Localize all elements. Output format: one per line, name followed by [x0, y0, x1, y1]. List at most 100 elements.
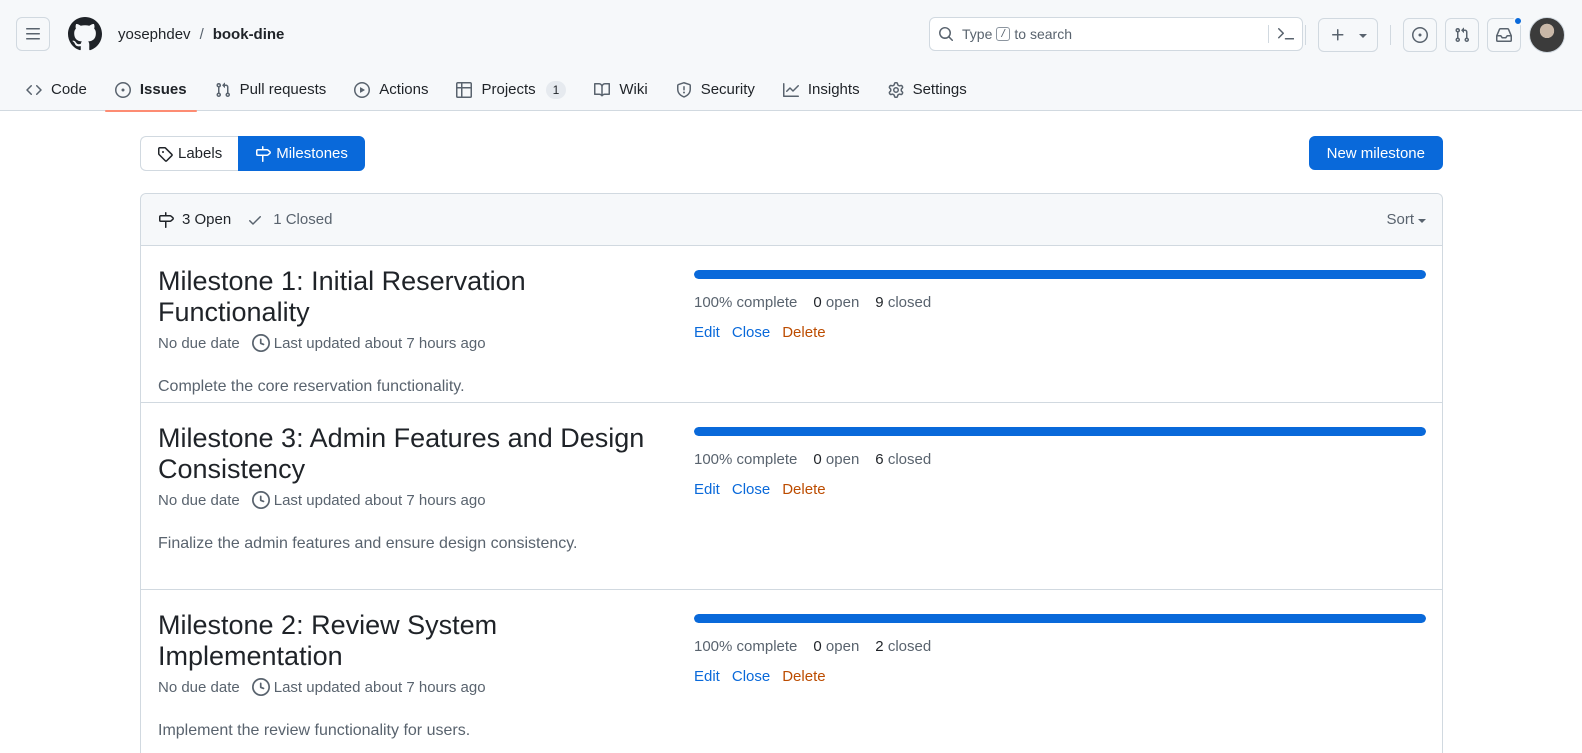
tab-label: Settings: [912, 81, 967, 98]
inbox-icon: [1496, 28, 1512, 42]
closed-issues-label: closed: [887, 638, 932, 655]
closed-issues-label: closed: [887, 451, 932, 468]
tab-code[interactable]: Code: [16, 68, 97, 111]
tab-settings[interactable]: Settings: [878, 68, 977, 111]
close-link[interactable]: Close: [732, 481, 770, 498]
delete-link[interactable]: Delete: [782, 324, 825, 341]
milestone-stats: 100% complete 0 open 9 closed: [694, 294, 1426, 311]
search-placeholder-prefix: Type: [962, 26, 993, 42]
git-pull-request-icon: [1455, 27, 1470, 43]
delete-link[interactable]: Delete: [782, 668, 825, 685]
closed-issues-link[interactable]: 9 closed: [875, 294, 931, 311]
github-logo-icon[interactable]: [68, 17, 102, 51]
percent-complete: 100% complete: [694, 638, 798, 655]
milestone-title[interactable]: Milestone 3: Admin Features and Design C…: [158, 423, 678, 485]
open-issues-link[interactable]: 0 open: [813, 451, 859, 468]
create-new-button[interactable]: [1318, 18, 1378, 52]
delete-link[interactable]: Delete: [782, 481, 825, 498]
milestone-item: Milestone 2: Review System Implementatio…: [141, 590, 1442, 750]
menu-button[interactable]: [16, 17, 50, 51]
last-updated: Last updated about 7 hours ago: [273, 334, 486, 352]
issue-opened-icon: [114, 81, 131, 98]
tab-actions[interactable]: Actions: [344, 68, 438, 111]
clock-icon: [251, 678, 270, 696]
header-divider: [1390, 25, 1391, 45]
milestone-meta: No due date Last updated about 7 hours a…: [158, 491, 678, 509]
due-date: No due date: [158, 334, 240, 352]
gear-icon: [888, 81, 903, 98]
command-palette-button[interactable]: [1278, 26, 1294, 42]
header-divider: [1305, 25, 1306, 45]
progress-bar: [694, 427, 1426, 436]
edit-link[interactable]: Edit: [694, 324, 720, 341]
tab-label: Code: [51, 81, 87, 98]
closed-filter[interactable]: 1 Closed: [247, 211, 332, 228]
milestones-tab[interactable]: Milestones: [238, 136, 365, 171]
tab-label: Issues: [139, 81, 187, 98]
milestone-meta: No due date Last updated about 7 hours a…: [158, 334, 678, 352]
milestone-actions: Edit Close Delete: [694, 481, 1426, 498]
milestone-description: Implement the review functionality for u…: [158, 722, 471, 739]
notification-indicator: [1513, 16, 1523, 26]
pull-requests-button[interactable]: [1445, 18, 1479, 52]
repo-name-link[interactable]: book-dine: [213, 26, 285, 43]
tab-label: Projects: [481, 81, 536, 98]
open-issues-link[interactable]: 0 open: [813, 638, 859, 655]
tab-insights[interactable]: Insights: [773, 68, 870, 111]
open-filter[interactable]: 3 Open: [158, 211, 231, 228]
book-icon: [594, 82, 611, 96]
issue-opened-icon: [1412, 27, 1428, 43]
milestone-item: Milestone 3: Admin Features and Design C…: [141, 403, 1442, 590]
tab-security[interactable]: Security: [666, 68, 765, 111]
issues-button[interactable]: [1403, 18, 1437, 52]
progress-bar-fill: [694, 270, 1426, 279]
sort-dropdown[interactable]: Sort: [1386, 211, 1426, 228]
tab-projects[interactable]: Projects 1: [446, 68, 576, 111]
milestone-stats: 100% complete 0 open 2 closed: [694, 638, 1426, 655]
new-milestone-button[interactable]: New milestone: [1308, 136, 1443, 170]
closed-issues-count: 2: [875, 638, 884, 655]
breadcrumb: yosephdev / book-dine: [118, 26, 284, 43]
search-input[interactable]: Type / to search: [929, 17, 1303, 51]
closed-issues-link[interactable]: 2 closed: [875, 638, 931, 655]
tab-issues[interactable]: Issues: [104, 68, 197, 112]
search-divider: [1268, 25, 1269, 43]
open-issues-count: 0: [813, 638, 822, 655]
tag-icon: [158, 146, 173, 162]
milestones-page: Labels Milestones New milestone 3 Open 1…: [140, 136, 1443, 753]
edit-link[interactable]: Edit: [694, 481, 720, 498]
projects-counter: 1: [545, 80, 567, 99]
close-link[interactable]: Close: [732, 324, 770, 341]
due-date: No due date: [158, 491, 240, 509]
close-link[interactable]: Close: [732, 668, 770, 685]
edit-link[interactable]: Edit: [694, 668, 720, 685]
closed-issues-count: 6: [875, 451, 884, 468]
code-icon: [26, 84, 42, 95]
tab-wiki[interactable]: Wiki: [584, 68, 657, 111]
tab-label: Pull requests: [239, 81, 327, 98]
check-icon: [249, 215, 262, 225]
closed-issues-link[interactable]: 6 closed: [875, 451, 931, 468]
labels-tab[interactable]: Labels: [140, 136, 239, 171]
milestone-title[interactable]: Milestone 2: Review System Implementatio…: [158, 610, 678, 672]
git-pull-request-icon: [216, 82, 230, 97]
tab-pull-requests[interactable]: Pull requests: [205, 68, 337, 111]
avatar[interactable]: [1529, 17, 1565, 53]
search-icon: [939, 27, 954, 42]
repo-owner-link[interactable]: yosephdev: [118, 26, 191, 43]
open-issues-label: open: [825, 638, 860, 655]
percent-complete: 100% complete: [694, 294, 798, 311]
closed-issues-count: 9: [875, 294, 884, 311]
table-icon: [456, 81, 473, 98]
open-issues-link[interactable]: 0 open: [813, 294, 859, 311]
milestone-title[interactable]: Milestone 1: Initial Reservation Functio…: [158, 266, 678, 328]
milestone-meta: No due date Last updated about 7 hours a…: [158, 678, 678, 696]
tab-label: Actions: [379, 81, 429, 98]
progress-bar: [694, 614, 1426, 623]
graph-icon: [782, 82, 799, 97]
milestones-tab-label: Milestones: [276, 145, 348, 162]
notifications-button[interactable]: [1487, 16, 1523, 52]
chevron-down-icon: [1358, 34, 1367, 38]
app-header: yosephdev / book-dine Type / to search C…: [0, 0, 1582, 112]
progress-bar: [694, 270, 1426, 279]
